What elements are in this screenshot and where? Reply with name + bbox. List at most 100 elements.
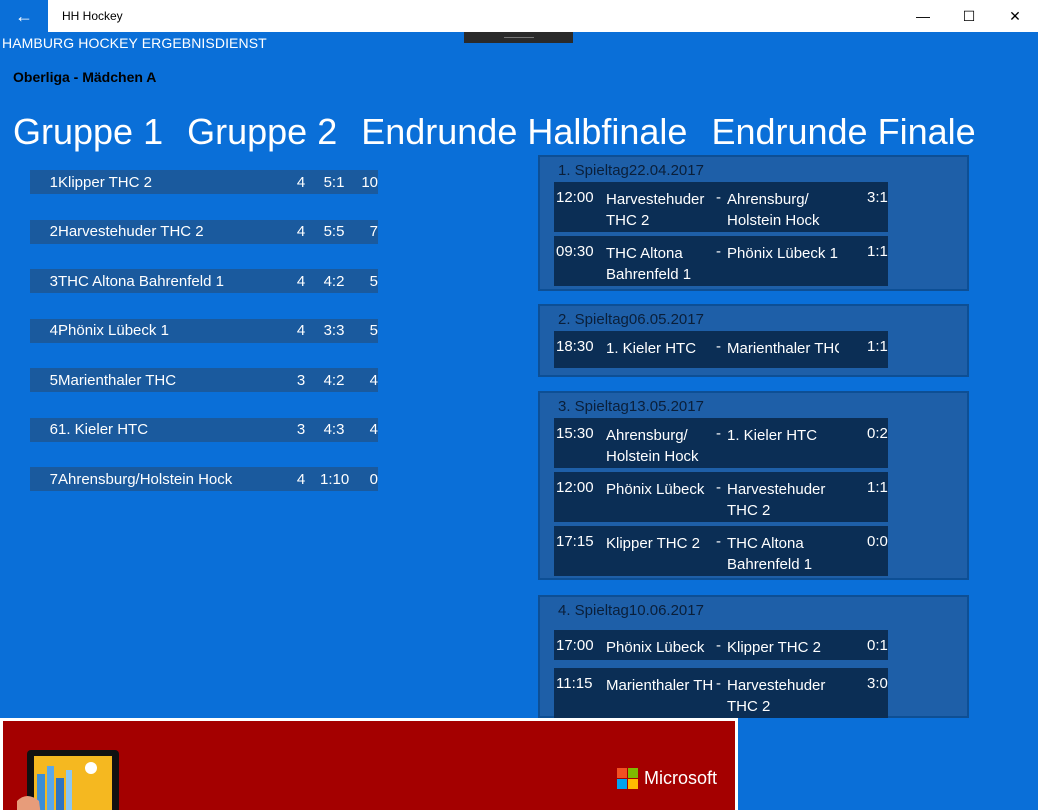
matchday-header: 2. Spieltag06.05.2017 — [540, 306, 967, 331]
points: 10 — [361, 173, 378, 191]
games-played: 3 — [296, 421, 306, 438]
points: 7 — [369, 223, 378, 240]
separator: - — [716, 338, 721, 355]
rank: 7 — [49, 470, 58, 488]
away-team: Harvestehuder THC 2 — [727, 481, 826, 519]
game-time: 12:00 — [556, 479, 594, 496]
games-played: 3 — [296, 371, 306, 389]
maximize-button[interactable]: ☐ — [946, 0, 992, 32]
games-played: 4 — [296, 272, 306, 290]
table-row[interactable]: 6 1. Kieler HTC 3 4:3 4 — [30, 417, 378, 442]
game-row[interactable]: 12:00 Phönix Lübeck - Harvestehuder THC … — [554, 472, 888, 522]
game-time: 17:15 — [556, 533, 594, 550]
matchday-panel: 3. Spieltag13.05.2017 15:30 Ahrensburg/ … — [538, 391, 969, 580]
ad-content[interactable]: Microsoft — [3, 721, 735, 810]
goal-difference: 1:10 — [320, 470, 350, 488]
points: 0 — [369, 470, 378, 488]
matchday-header: 4. Spieltag10.06.2017 — [540, 597, 967, 622]
game-row[interactable]: 17:15 Klipper THC 2 - THC Altona Bahrenf… — [554, 526, 888, 576]
home-team: Marienthaler THC — [606, 677, 714, 694]
game-row[interactable]: 17:00 Phönix Lübeck - Klipper THC 2 0:1 — [554, 630, 888, 660]
team-name: Ahrensburg/Holstein Hock — [58, 470, 233, 488]
game-time: 18:30 — [556, 338, 594, 355]
rank: 2 — [49, 223, 58, 240]
games-played: 4 — [296, 322, 306, 339]
matchday-header: 3. Spieltag13.05.2017 — [540, 393, 967, 418]
game-row[interactable]: 11:15 Marienthaler THC - Harvestehuder T… — [554, 668, 888, 718]
tab-gruppe-1[interactable]: Gruppe 1 — [13, 108, 163, 156]
matchday-panel: 2. Spieltag06.05.2017 18:30 1. Kieler HT… — [538, 304, 969, 377]
away-team: Marienthaler THC — [727, 340, 839, 357]
close-button[interactable]: ✕ — [992, 0, 1038, 32]
tab-endrunde-finale[interactable]: Endrunde Finale — [711, 108, 975, 156]
score: 0:1 — [867, 637, 888, 654]
points: 4 — [369, 371, 378, 389]
game-time: 15:30 — [556, 425, 594, 442]
home-team: Ahrensburg/ Holstein Hock — [606, 427, 699, 465]
separator: - — [716, 675, 721, 692]
goal-difference: 4:2 — [323, 272, 345, 290]
goal-difference: 4:3 — [323, 421, 345, 438]
score: 1:1 — [867, 479, 888, 496]
microsoft-squares-icon — [617, 768, 638, 789]
league-title: Oberliga - Mädchen A — [13, 69, 157, 85]
separator: - — [716, 637, 721, 654]
matchday-title: 1. Spieltag — [558, 162, 629, 179]
matchday-title: 2. Spieltag — [558, 311, 629, 328]
score: 0:2 — [867, 425, 888, 442]
score: 3:0 — [867, 675, 888, 692]
team-name: Klipper THC 2 — [58, 173, 152, 191]
team-name: THC Altona Bahrenfeld 1 — [58, 272, 224, 290]
points: 5 — [369, 272, 378, 290]
back-button[interactable]: ← — [0, 0, 48, 32]
tablet-illustration-icon — [17, 750, 119, 810]
game-time: 11:15 — [556, 675, 593, 692]
minimize-button[interactable]: — — [900, 0, 946, 32]
back-arrow-icon: ← — [15, 5, 33, 26]
game-row[interactable]: 18:30 1. Kieler HTC - Marienthaler THC 1… — [554, 331, 888, 368]
goal-difference: 4:2 — [323, 371, 345, 389]
tab-gruppe-2[interactable]: Gruppe 2 — [187, 108, 337, 156]
goal-difference: 5:1 — [323, 173, 345, 191]
matchday-date: 13.05.2017 — [628, 398, 704, 415]
game-row[interactable]: 12:00 Harvestehuder THC 2 - Ahrensburg/ … — [554, 182, 888, 232]
table-row[interactable]: 5 Marienthaler THC 3 4:2 4 — [30, 368, 378, 392]
table-row[interactable]: 2 Harvestehuder THC 2 4 5:5 7 — [30, 219, 378, 244]
rank: 3 — [49, 272, 58, 290]
matchday-date: 10.06.2017 — [628, 602, 704, 619]
separator: - — [716, 189, 721, 206]
matchday-title: 4. Spieltag — [558, 602, 629, 619]
game-time: 17:00 — [556, 637, 594, 654]
games-played: 4 — [296, 470, 306, 488]
title-bar: ← HH Hockey — ☐ ✕ — [0, 0, 1038, 32]
rank: 6 — [49, 421, 58, 438]
brand-name: Microsoft — [644, 768, 718, 788]
pull-handle[interactable] — [464, 32, 573, 43]
separator: - — [716, 533, 721, 550]
game-time: 09:30 — [556, 243, 594, 260]
app-header: HAMBURG HOCKEY ERGEBNISDIENST — [2, 35, 267, 51]
score: 1:1 — [867, 243, 888, 260]
game-row[interactable]: 09:30 THC Altona Bahrenfeld 1 - Phönix L… — [554, 236, 888, 286]
separator: - — [716, 243, 721, 260]
points: 4 — [369, 421, 378, 438]
tab-endrunde-halbfinale[interactable]: Endrunde Halbfinale — [361, 108, 687, 156]
table-row[interactable]: 3 THC Altona Bahrenfeld 1 4 4:2 5 — [30, 269, 378, 293]
table-row[interactable]: 1 Klipper THC 2 4 5:1 10 — [30, 170, 378, 194]
ad-banner[interactable]: Microsoft — [0, 718, 738, 810]
table-row[interactable]: 7 Ahrensburg/Holstein Hock 4 1:10 0 — [30, 467, 378, 491]
window-title: HH Hockey — [62, 9, 123, 23]
game-time: 12:00 — [556, 189, 594, 206]
maximize-icon: ☐ — [962, 7, 976, 24]
home-team: Klipper THC 2 — [606, 535, 700, 552]
rank: 1 — [49, 173, 58, 191]
games-played: 4 — [296, 223, 306, 240]
close-icon: ✕ — [1009, 7, 1021, 24]
table-row[interactable]: 4 Phönix Lübeck 1 4 3:3 5 — [30, 318, 378, 343]
game-row[interactable]: 15:30 Ahrensburg/ Holstein Hock - 1. Kie… — [554, 418, 888, 468]
points: 5 — [369, 322, 378, 339]
matchday-panel: 4. Spieltag10.06.2017 17:00 Phönix Lübec… — [538, 595, 969, 718]
separator: - — [716, 425, 721, 442]
goal-difference: 3:3 — [323, 322, 345, 339]
rank: 4 — [49, 322, 58, 339]
